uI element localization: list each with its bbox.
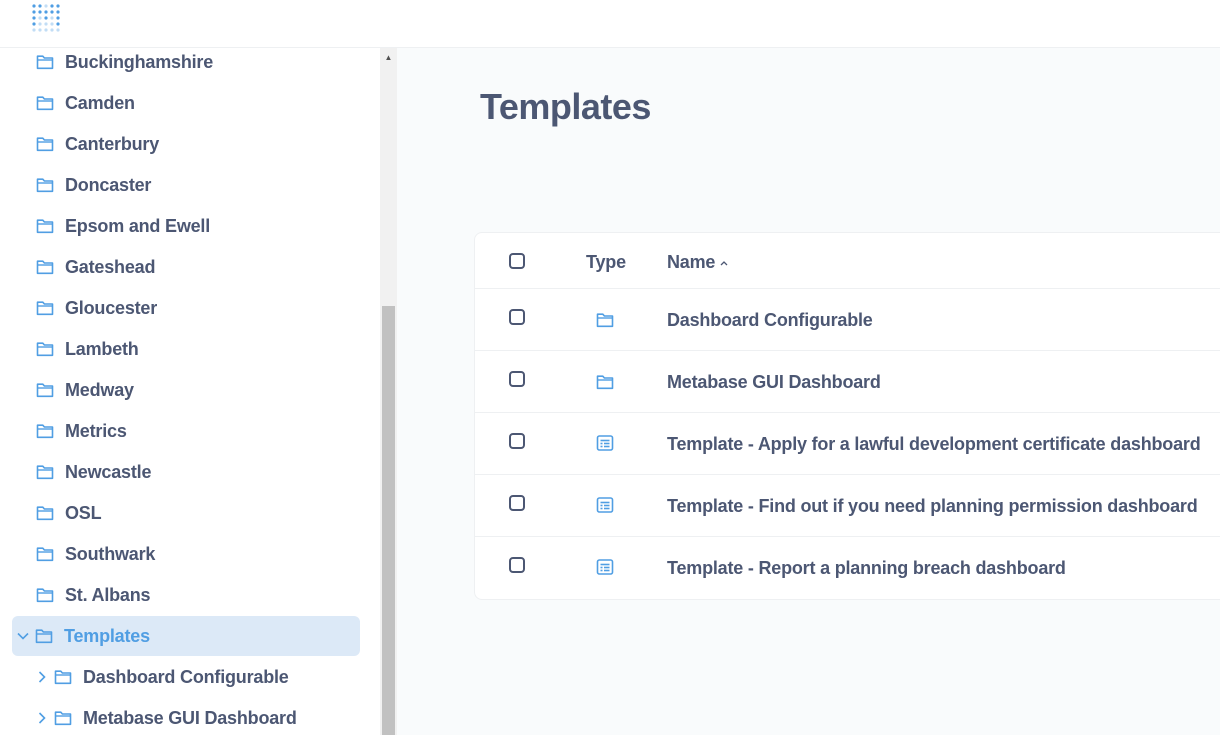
- scroll-up-arrow-icon[interactable]: ▲: [381, 50, 396, 65]
- folder-icon: [596, 373, 614, 391]
- row-checkbox[interactable]: [509, 557, 525, 573]
- items-table: Type Name Dashboard Configurable Metabas…: [474, 232, 1220, 600]
- sidebar-item-label: Buckinghamshire: [65, 51, 214, 72]
- row-checkbox[interactable]: [509, 309, 525, 325]
- row-checkbox[interactable]: [509, 433, 525, 449]
- folder-icon: [36, 341, 54, 357]
- metabase-logo-icon[interactable]: [31, 3, 63, 35]
- sidebar-item-label: Templates: [64, 625, 150, 646]
- dashboard-icon: [596, 496, 614, 514]
- sidebar-scrollbar-thumb[interactable]: [382, 306, 395, 735]
- sidebar-item-templates[interactable]: Templates: [12, 616, 360, 656]
- sidebar-item-medway[interactable]: Medway: [12, 370, 360, 410]
- dashboard-icon: [596, 434, 614, 452]
- sidebar-item-metrics[interactable]: Metrics: [12, 411, 360, 451]
- table-row[interactable]: Template - Find out if you need planning…: [475, 475, 1220, 537]
- sidebar-item-label: Canterbury: [65, 133, 160, 154]
- sidebar-item-label: Metabase GUI Dashboard: [83, 707, 297, 728]
- chevron-right-icon[interactable]: [36, 671, 48, 683]
- top-nav-bar: [0, 0, 1220, 48]
- folder-icon: [35, 628, 53, 644]
- folder-icon: [36, 505, 54, 521]
- chevron-down-icon[interactable]: [17, 630, 29, 642]
- sidebar-item-osl[interactable]: OSL: [12, 493, 360, 533]
- sidebar-item-st-albans[interactable]: St. Albans: [12, 575, 360, 615]
- folder-icon: [36, 382, 54, 398]
- sidebar-item-label: Newcastle: [65, 461, 152, 482]
- sidebar-item-doncaster[interactable]: Doncaster: [12, 165, 360, 205]
- name-column-label: Name: [667, 252, 716, 272]
- folder-icon: [36, 300, 54, 316]
- page-title: Templates: [480, 86, 651, 127]
- folder-icon: [54, 669, 72, 685]
- sidebar-item-dashboard-configurable[interactable]: Dashboard Configurable: [20, 657, 368, 697]
- sidebar-item-label: Medway: [65, 379, 134, 400]
- sidebar-item-label: Camden: [65, 92, 135, 113]
- sidebar-item-gateshead[interactable]: Gateshead: [12, 247, 360, 287]
- sidebar-item-southwark[interactable]: Southwark: [12, 534, 360, 574]
- select-all-checkbox[interactable]: [509, 253, 525, 269]
- table-row[interactable]: Template - Report a planning breach dash…: [475, 537, 1220, 599]
- sidebar-item-label: Doncaster: [65, 174, 152, 195]
- folder-icon: [54, 710, 72, 726]
- row-checkbox[interactable]: [509, 495, 525, 511]
- main-content: Templates Type Name Dashboard Configurab…: [397, 48, 1220, 735]
- sidebar-item-label: Metrics: [65, 420, 127, 441]
- sidebar-item-camden[interactable]: Camden: [12, 83, 360, 123]
- folder-icon: [36, 177, 54, 193]
- dashboard-icon: [596, 558, 614, 576]
- folder-icon: [36, 95, 54, 111]
- sidebar-item-gloucester[interactable]: Gloucester: [12, 288, 360, 328]
- sidebar-item-canterbury[interactable]: Canterbury: [12, 124, 360, 164]
- sidebar-item-lambeth[interactable]: Lambeth: [12, 329, 360, 369]
- table-row[interactable]: Metabase GUI Dashboard: [475, 351, 1220, 413]
- sidebar-item-label: Gateshead: [65, 256, 156, 277]
- folder-icon: [36, 423, 54, 439]
- item-name[interactable]: Dashboard Configurable: [667, 310, 873, 331]
- folder-icon: [36, 546, 54, 562]
- folder-icon: [36, 54, 54, 70]
- sidebar-item-label: Dashboard Configurable: [83, 666, 289, 687]
- sidebar-item-label: St. Albans: [65, 584, 151, 605]
- folder-icon: [36, 136, 54, 152]
- collections-sidebar: Buckinghamshire Camden Canterbury Doncas…: [0, 48, 397, 735]
- folder-icon: [36, 218, 54, 234]
- name-column-header[interactable]: Name: [667, 252, 729, 273]
- folder-icon: [36, 587, 54, 603]
- sidebar-item-epsom-and-ewell[interactable]: Epsom and Ewell: [12, 206, 360, 246]
- table-row[interactable]: Template - Apply for a lawful developmen…: [475, 413, 1220, 475]
- sort-ascending-icon[interactable]: [719, 259, 729, 267]
- table-header-row: Type Name: [475, 233, 1220, 289]
- type-column-header[interactable]: Type: [586, 252, 626, 273]
- sidebar-item-label: Epsom and Ewell: [65, 215, 211, 236]
- sidebar-item-newcastle[interactable]: Newcastle: [12, 452, 360, 492]
- folder-icon: [36, 464, 54, 480]
- item-name[interactable]: Template - Report a planning breach dash…: [667, 558, 1066, 579]
- sidebar-item-metabase-gui-dashboard[interactable]: Metabase GUI Dashboard: [20, 698, 368, 735]
- sidebar-item-label: OSL: [65, 502, 102, 523]
- item-name[interactable]: Template - Find out if you need planning…: [667, 496, 1198, 517]
- table-row[interactable]: Dashboard Configurable: [475, 289, 1220, 351]
- item-name[interactable]: Template - Apply for a lawful developmen…: [667, 434, 1201, 455]
- row-checkbox[interactable]: [509, 371, 525, 387]
- folder-icon: [36, 259, 54, 275]
- folder-icon: [596, 311, 614, 329]
- sidebar-item-label: Lambeth: [65, 338, 139, 359]
- sidebar-item-buckinghamshire[interactable]: Buckinghamshire: [12, 48, 360, 82]
- chevron-right-icon[interactable]: [36, 712, 48, 724]
- item-name[interactable]: Metabase GUI Dashboard: [667, 372, 881, 393]
- sidebar-item-label: Southwark: [65, 543, 156, 564]
- sidebar-item-label: Gloucester: [65, 297, 158, 318]
